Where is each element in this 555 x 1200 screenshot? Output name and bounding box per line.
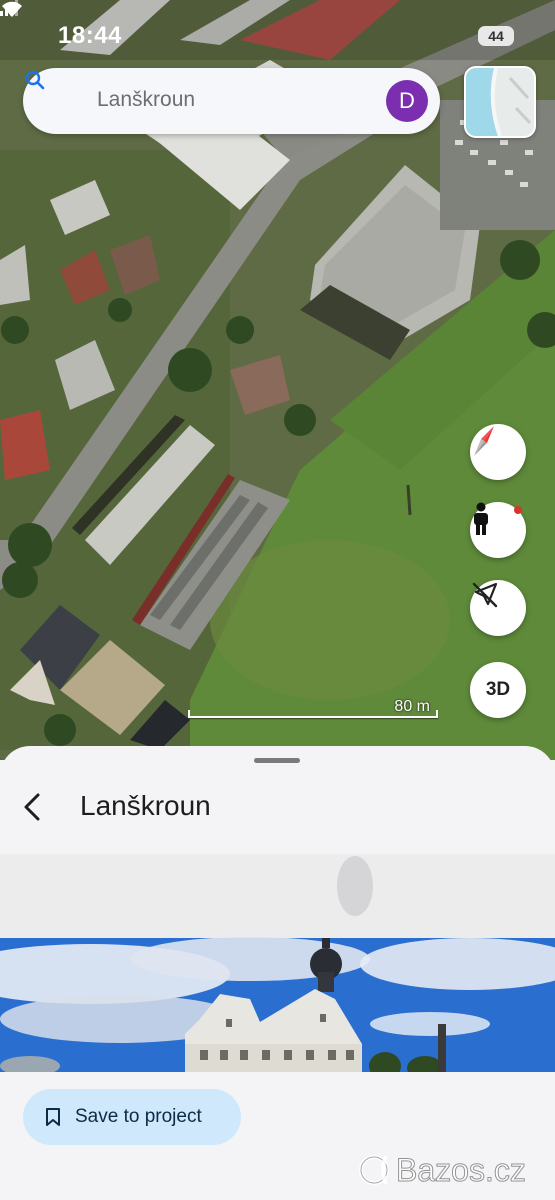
back-arrow-icon[interactable] bbox=[20, 792, 48, 822]
battery-indicator: 44 bbox=[478, 26, 514, 46]
location-button[interactable] bbox=[470, 580, 526, 636]
search-bar[interactable]: Lanškroun D bbox=[23, 68, 440, 134]
save-to-project-label: Save to project bbox=[75, 1106, 202, 1127]
watermark-logo-icon bbox=[359, 1155, 389, 1185]
notification-dot bbox=[514, 506, 522, 514]
status-time: 18:44 bbox=[58, 22, 122, 49]
compass-button[interactable] bbox=[470, 424, 526, 480]
save-to-project-button[interactable]: Save to project bbox=[23, 1089, 241, 1145]
place-title: Lanškroun bbox=[80, 790, 211, 821]
sheet-drag-handle[interactable] bbox=[254, 758, 300, 763]
search-icon[interactable] bbox=[23, 68, 47, 92]
status-bar: 18:44 44 bbox=[0, 0, 555, 70]
bookmark-icon bbox=[46, 1108, 60, 1126]
compass-icon bbox=[474, 426, 494, 456]
map-scale: 80 m bbox=[188, 698, 438, 720]
location-off-icon bbox=[472, 582, 498, 608]
place-photo[interactable] bbox=[0, 854, 555, 1072]
search-input[interactable]: Lanškroun bbox=[97, 88, 195, 112]
watermark-text: Bazos.cz bbox=[396, 1152, 527, 1189]
avatar[interactable]: D bbox=[386, 80, 428, 122]
place-sheet[interactable]: Lanškroun Save to project bbox=[0, 746, 555, 1200]
map-thumbnail-icon bbox=[466, 68, 534, 136]
street-view-icon bbox=[474, 502, 488, 535]
scale-bar bbox=[188, 710, 438, 718]
satellite-map[interactable]: 18:44 44 Lanškroun D 3D 80 m bbox=[0, 0, 555, 760]
street-view-button[interactable] bbox=[470, 502, 526, 558]
watermark: Bazos.cz bbox=[356, 1148, 546, 1192]
map-layers-button[interactable] bbox=[464, 66, 536, 138]
wifi-icon bbox=[2, 1, 22, 17]
town-hall-photo bbox=[0, 854, 555, 1072]
three-d-button[interactable]: 3D bbox=[470, 662, 526, 718]
